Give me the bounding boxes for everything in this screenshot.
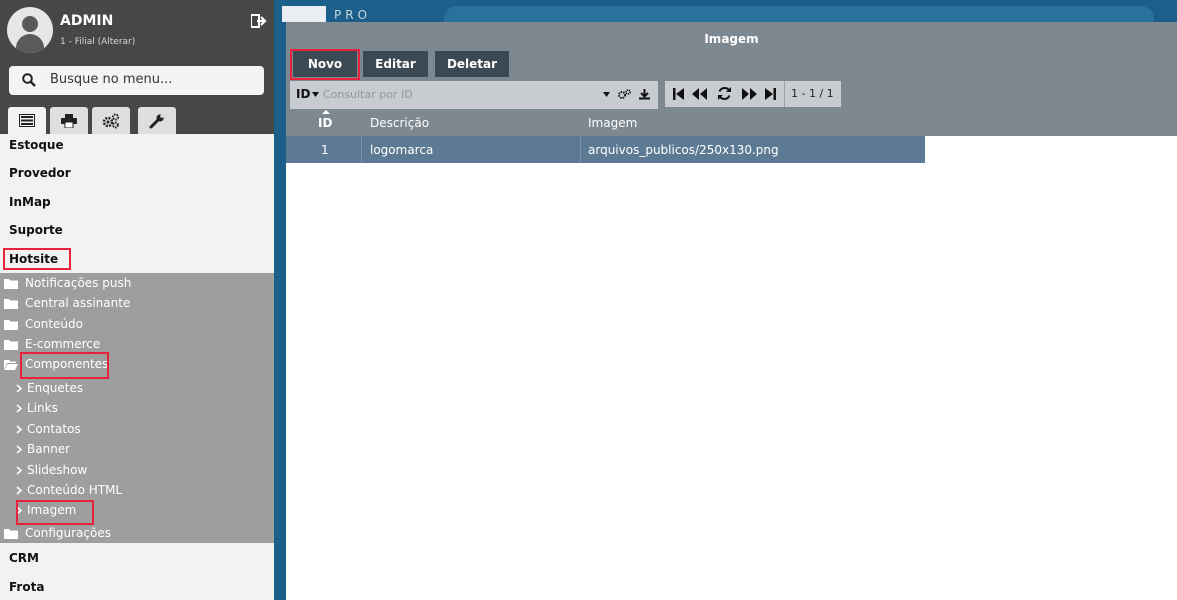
column-divider xyxy=(580,136,581,163)
menu-label: Conteúdo HTML xyxy=(27,483,123,497)
filter-input[interactable]: Consultar por ID xyxy=(323,88,413,101)
last-page-icon[interactable] xyxy=(765,88,776,100)
pagination-bar: 1 - 1 / 1 xyxy=(665,81,841,107)
filter-bar: ID Consultar por ID xyxy=(290,81,658,109)
caret-down-icon[interactable] xyxy=(603,92,610,97)
menu-configuracoes[interactable]: Configurações xyxy=(4,524,111,542)
next-page-icon[interactable] xyxy=(742,88,757,100)
edit-button[interactable]: Editar xyxy=(363,51,428,77)
chevron-right-icon xyxy=(16,383,22,393)
first-page-icon[interactable] xyxy=(673,88,684,100)
user-panel: ADMIN 1 - Filial (Alterar) Busque no men… xyxy=(0,0,274,134)
folder-icon xyxy=(4,528,18,539)
divider xyxy=(784,81,785,107)
background-header-text: PRO xyxy=(334,8,372,22)
user-name: ADMIN xyxy=(60,13,114,29)
download-icon[interactable] xyxy=(639,89,650,100)
cell-imagem: arquivos_publicos/250x130.png xyxy=(588,143,779,157)
column-header-id[interactable]: ID xyxy=(318,116,332,130)
delete-button[interactable]: Deletar xyxy=(435,51,509,77)
folder-open-icon xyxy=(4,359,18,370)
menu-label: Central assinante xyxy=(25,296,131,310)
cell-descricao: logomarca xyxy=(370,143,434,157)
menu-label: Slideshow xyxy=(27,463,88,477)
menu-contatos[interactable]: Contatos xyxy=(16,420,81,438)
menu-banner[interactable]: Banner xyxy=(16,440,70,458)
chevron-right-icon xyxy=(16,485,22,495)
chevron-right-icon xyxy=(16,424,22,434)
menu-label: E-commerce xyxy=(25,337,101,351)
caret-down-icon[interactable] xyxy=(312,92,319,97)
gears-icon[interactable] xyxy=(618,89,631,100)
menu-conteudo-html[interactable]: Conteúdo HTML xyxy=(16,481,122,499)
menu-frota[interactable]: Frota xyxy=(9,580,44,594)
sort-up-icon xyxy=(322,110,330,114)
menu-central-assinante[interactable]: Central assinante xyxy=(4,294,130,312)
menu-label: Conteúdo xyxy=(25,317,83,331)
refresh-icon[interactable] xyxy=(717,86,732,101)
logout-icon[interactable] xyxy=(251,14,267,28)
logo-block xyxy=(282,6,326,22)
highlight-hotsite xyxy=(3,248,71,270)
folder-icon xyxy=(4,319,18,330)
menu-e-commerce[interactable]: E-commerce xyxy=(4,335,100,353)
gears-icon xyxy=(102,112,120,128)
menu-label: Configurações xyxy=(25,526,111,540)
table-row[interactable]: 1 logomarca arquivos_publicos/250x130.pn… xyxy=(286,136,925,163)
printer-icon xyxy=(61,113,77,128)
dialog-header: Imagem Novo Editar Deletar ID Consultar … xyxy=(286,22,1177,136)
column-header-imagem[interactable]: Imagem xyxy=(588,116,637,130)
menu-suporte[interactable]: Suporte xyxy=(9,223,63,237)
menu-inmap[interactable]: InMap xyxy=(9,195,51,209)
previous-page-icon[interactable] xyxy=(692,88,707,100)
menu-crm[interactable]: CRM xyxy=(9,551,39,565)
chevron-right-icon xyxy=(16,465,22,475)
search-icon xyxy=(22,73,36,87)
imagem-dialog: Imagem Novo Editar Deletar ID Consultar … xyxy=(286,22,1177,600)
folder-icon xyxy=(4,339,18,350)
menu-slideshow[interactable]: Slideshow xyxy=(16,461,87,479)
menu-label: Notificações push xyxy=(25,276,132,290)
menu-links[interactable]: Links xyxy=(16,399,58,417)
folder-icon xyxy=(4,278,18,289)
menu-conteudo[interactable]: Conteúdo xyxy=(4,315,83,333)
filter-field-select[interactable]: ID xyxy=(296,87,310,101)
menu-search[interactable]: Busque no menu... xyxy=(9,66,264,95)
search-input[interactable]: Busque no menu... xyxy=(50,72,172,87)
menu-label: Links xyxy=(27,401,58,415)
chevron-right-icon xyxy=(16,403,22,413)
chevron-right-icon xyxy=(16,444,22,454)
list-icon xyxy=(19,114,35,127)
sidebar: ADMIN 1 - Filial (Alterar) Busque no men… xyxy=(0,0,274,600)
menu-notificacoes-push[interactable]: Notificações push xyxy=(4,274,131,292)
avatar xyxy=(7,7,53,53)
page-count: 1 - 1 / 1 xyxy=(791,87,834,100)
menu-label: Banner xyxy=(27,442,71,456)
menu-estoque[interactable]: Estoque xyxy=(9,138,64,152)
highlight-new-button xyxy=(290,49,360,80)
highlight-componentes xyxy=(20,352,109,379)
menu-provedor[interactable]: Provedor xyxy=(9,166,71,180)
tab-tools[interactable] xyxy=(138,107,176,134)
menu-enquetes[interactable]: Enquetes xyxy=(16,379,83,397)
tab-menu[interactable] xyxy=(8,107,46,134)
menu-label: Enquetes xyxy=(27,381,84,395)
highlight-imagem xyxy=(16,500,94,525)
folder-icon xyxy=(4,298,18,309)
tab-print[interactable] xyxy=(50,107,88,134)
cell-id: 1 xyxy=(321,143,329,157)
dialog-title: Imagem xyxy=(704,32,759,46)
wrench-icon xyxy=(149,113,164,128)
tab-settings[interactable] xyxy=(92,107,130,134)
branch-link[interactable]: 1 - Filial (Alterar) xyxy=(60,37,135,47)
column-divider xyxy=(361,136,362,163)
column-header-descricao[interactable]: Descrição xyxy=(370,116,429,130)
menu-label: Contatos xyxy=(27,422,81,436)
